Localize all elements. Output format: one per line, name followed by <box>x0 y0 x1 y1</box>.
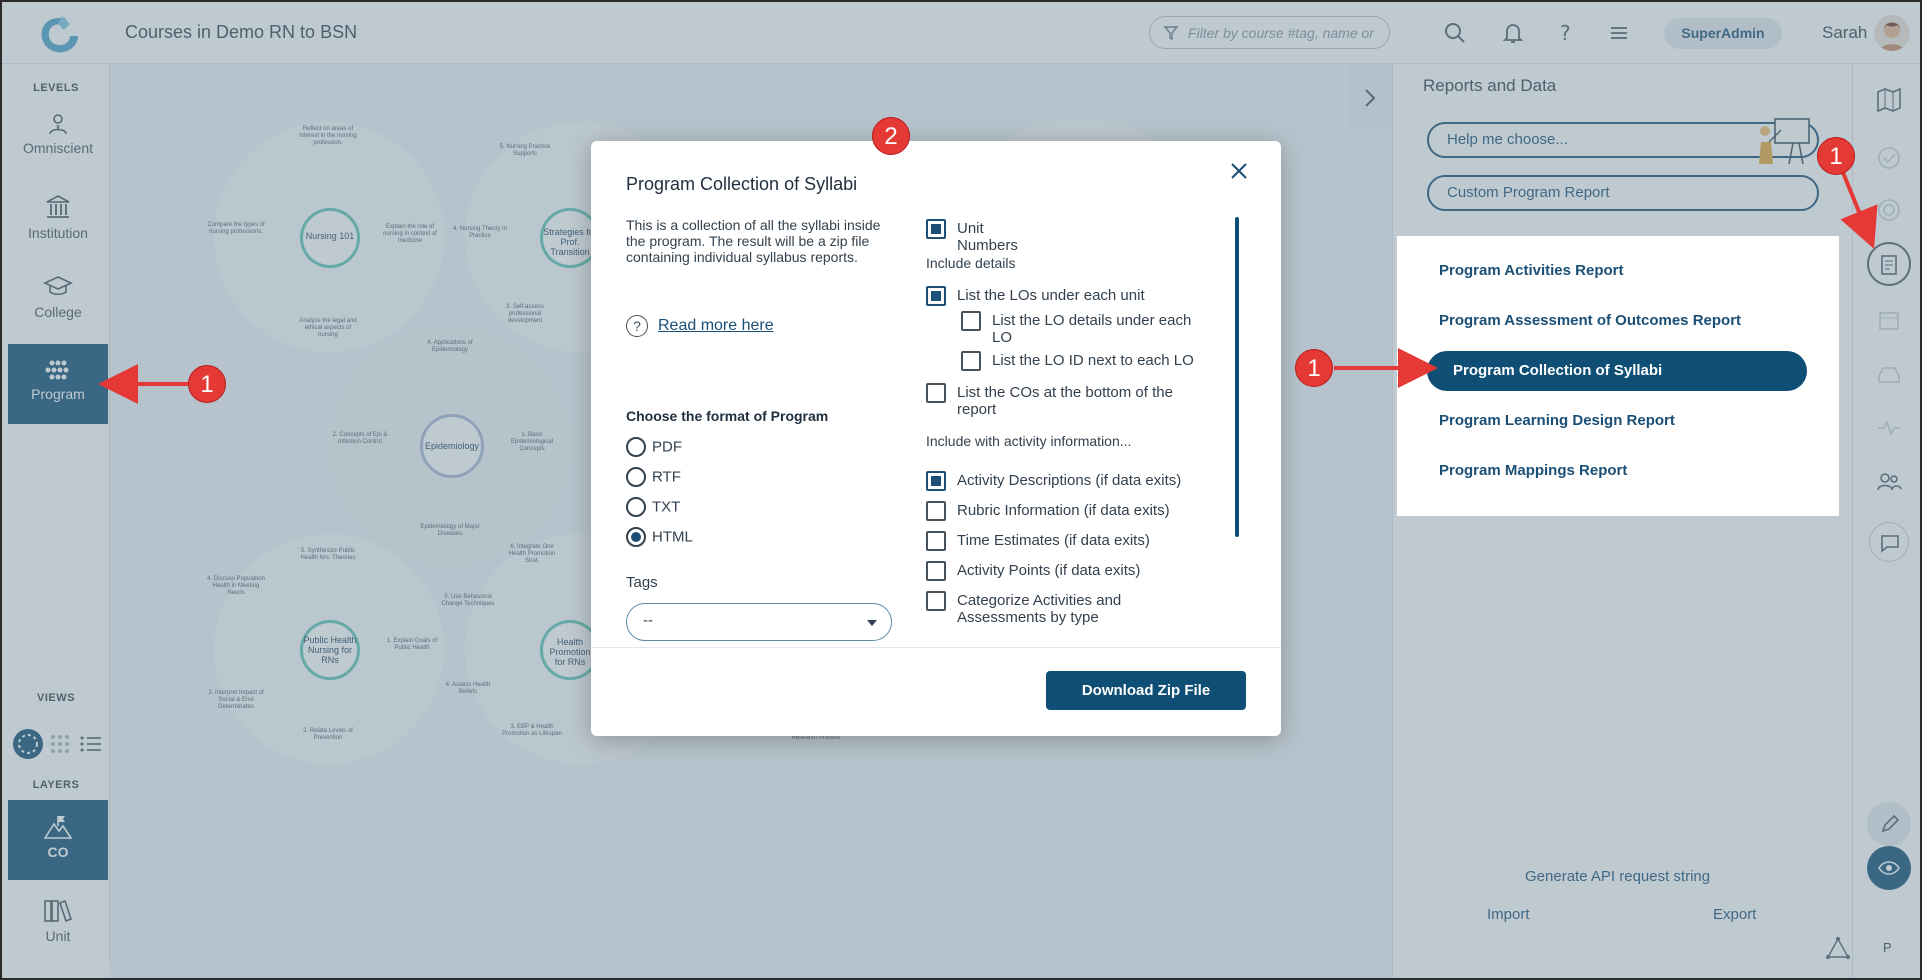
annotation-badge-1: 1 <box>1817 137 1855 175</box>
annotation-badge-1: 1 <box>1295 349 1333 387</box>
annotation-arrows <box>98 169 1878 404</box>
annotation-badge-1: 1 <box>188 365 226 403</box>
app-window: Courses in Demo RN to BSN Filter by cour… <box>0 0 1922 980</box>
annotation-badge-2: 2 <box>872 117 910 155</box>
annotation-arrow-rail <box>1840 169 1878 249</box>
